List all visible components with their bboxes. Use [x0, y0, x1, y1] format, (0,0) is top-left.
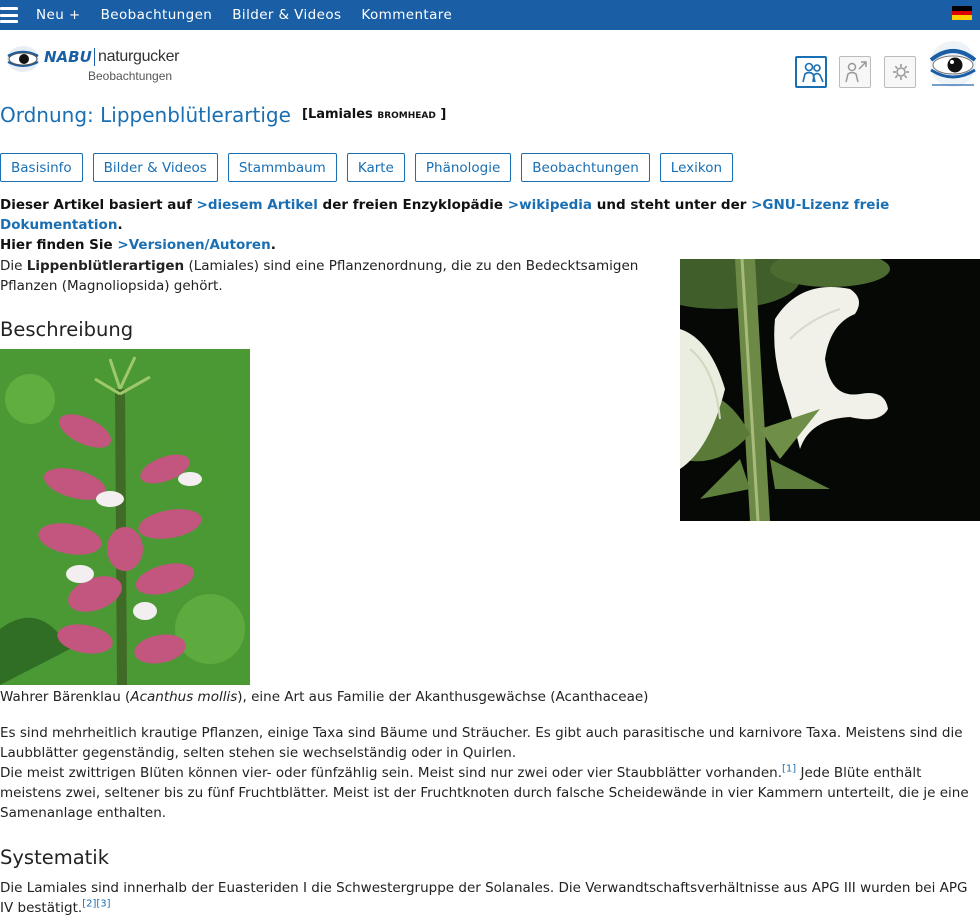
license-text: der freien Enzyklopädie [317, 197, 508, 213]
intro-text: Die [0, 258, 27, 274]
description-paragraph: Es sind mehrheitlich krautige Pflanzen, … [0, 723, 978, 823]
tab-basisinfo[interactable]: Basisinfo [0, 153, 83, 182]
license-notice: Dieser Artikel basiert auf >diesem Artik… [0, 195, 978, 255]
license-text: . [117, 217, 123, 233]
author-prefix: [Lamiales [302, 107, 373, 122]
reference-link[interactable]: [2][3] [82, 899, 110, 910]
nav-images-videos[interactable]: Bilder & Videos [232, 7, 341, 23]
logo-app-name: naturgucker [98, 48, 180, 65]
article-link[interactable]: >diesem Artikel [197, 197, 318, 213]
german-flag-icon[interactable] [952, 6, 972, 21]
wikipedia-link[interactable]: >wikipedia [508, 197, 592, 213]
acanthus-mollis-photo[interactable] [0, 349, 250, 685]
tab-bar: Basisinfo Bilder & Videos Stammbaum Kart… [0, 153, 743, 182]
tab-lexikon[interactable]: Lexikon [659, 153, 734, 182]
top-navbar: Neu + Beobachtungen Bilder & Videos Komm… [0, 0, 980, 30]
nav-observations[interactable]: Beobachtungen [101, 7, 213, 23]
section-heading-systematik: Systematik [0, 846, 110, 869]
page-title: Ordnung: Lippenblütlerartige [0, 103, 291, 127]
image-caption: Wahrer Bärenklau (Acanthus mollis), eine… [0, 687, 648, 707]
eye-logo-icon [7, 46, 39, 72]
caption-text: Wahrer Bärenklau ( [0, 689, 131, 705]
description-text: Es sind mehrheitlich krautige Pflanzen, … [0, 725, 963, 761]
tab-karte[interactable]: Karte [346, 153, 405, 182]
logo-divider [94, 48, 95, 66]
author-name: Bromhead [377, 107, 436, 122]
author-suffix: ] [440, 107, 447, 122]
description-text: Die meist zwittrigen Blüten können vier-… [0, 765, 782, 781]
site-logo[interactable]: NABU naturgucker Beobachtungen [6, 42, 181, 86]
tab-images-videos[interactable]: Bilder & Videos [92, 153, 218, 182]
white-flower-photo[interactable] [680, 259, 980, 521]
systematics-text: Die Lamiales sind innerhalb der Euasteri… [0, 880, 968, 916]
intro-paragraph: Die Lippenblütlerartigen (Lamiales) sind… [0, 256, 660, 296]
tab-beobachtungen[interactable]: Beobachtungen [521, 153, 650, 182]
logo-subtitle: Beobachtungen [88, 69, 173, 83]
intro-bold-term: Lippenblütlerartigen [26, 258, 185, 274]
person-arrow-button[interactable] [839, 56, 871, 88]
caption-text: ), eine Art aus Familie der Akanthusgewä… [237, 689, 649, 705]
tab-phaenologie[interactable]: Phänologie [414, 153, 512, 182]
logo-brand: NABU [44, 48, 92, 66]
versions-authors-link[interactable]: >Versionen/Autoren [117, 237, 270, 253]
tab-stammbaum[interactable]: Stammbaum [227, 153, 337, 182]
nav-new[interactable]: Neu + [36, 7, 81, 23]
reference-link[interactable]: [1] [782, 764, 796, 775]
people-icon [802, 62, 824, 83]
caption-species-name: Acanthus mollis [130, 689, 238, 705]
people-button[interactable] [795, 56, 827, 88]
settings-button[interactable] [884, 56, 916, 88]
taxon-author: [Lamiales Bromhead ] [302, 107, 446, 122]
nav-comments[interactable]: Kommentare [361, 7, 452, 23]
systematics-paragraph: Die Lamiales sind innerhalb der Euasteri… [0, 878, 978, 918]
license-text: . [270, 237, 276, 253]
naturgucker-eye-logo-icon[interactable] [928, 40, 978, 90]
gear-icon [893, 64, 909, 80]
license-text: Dieser Artikel basiert auf [0, 197, 197, 213]
license-text: und steht unter der [592, 197, 752, 213]
menu-icon[interactable] [0, 7, 18, 23]
license-text: Hier finden Sie [0, 237, 118, 253]
person-arrow-icon [845, 61, 867, 83]
section-heading-beschreibung: Beschreibung [0, 318, 134, 341]
